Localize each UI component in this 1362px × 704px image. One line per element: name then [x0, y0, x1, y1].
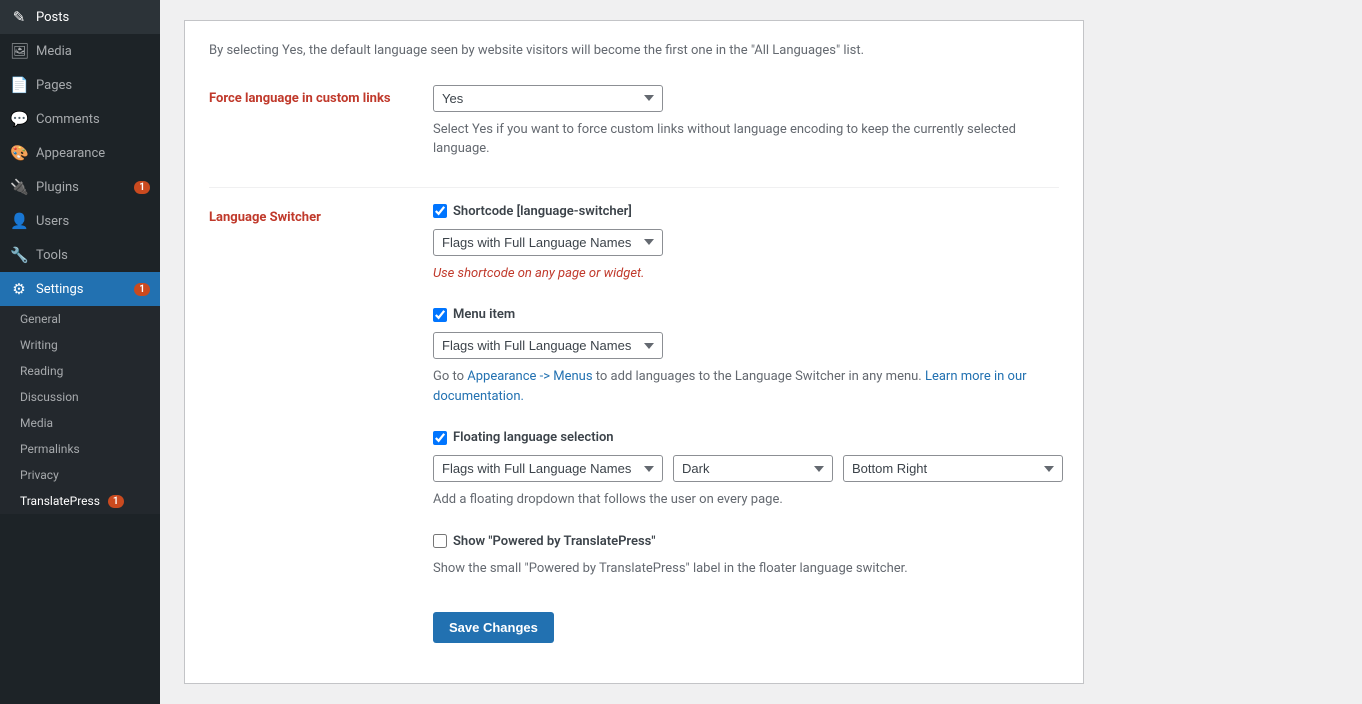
shortcode-checkbox[interactable] [433, 204, 447, 218]
settings-icon: ⚙ [10, 280, 28, 298]
floating-description: Add a floating dropdown that follows the… [433, 490, 1063, 510]
menu-item-select[interactable]: Flags with Full Language Names Flags wit… [433, 332, 663, 359]
submenu-item-translatepress[interactable]: TranslatePress 1 [0, 488, 160, 514]
shortcode-label[interactable]: Shortcode [language-switcher] [453, 204, 632, 219]
appearance-icon: 🎨 [10, 144, 28, 162]
sidebar-item-plugins[interactable]: 🔌 Plugins 1 [0, 170, 160, 204]
shortcode-row: Shortcode [language-switcher] [433, 204, 1063, 219]
settings-submenu: General Writing Reading Discussion Media Perm… [0, 306, 160, 514]
menu-item-description: Go to Appearance -> Menus to add languag… [433, 367, 1063, 406]
sidebar-item-settings[interactable]: ⚙ Settings 1 [0, 272, 160, 306]
floating-label[interactable]: Floating language selection [453, 430, 614, 445]
media-icon: 🖼 [10, 42, 28, 60]
sidebar-item-media[interactable]: 🖼 Media [0, 34, 160, 68]
submenu-item-general[interactable]: General [0, 306, 160, 332]
submenu-item-permalinks[interactable]: Permalinks [0, 436, 160, 462]
floating-position-select[interactable]: Bottom Right Bottom Left Top Right Top L… [843, 455, 1063, 482]
sidebar-label-media: Media [36, 44, 150, 59]
submenu-item-media[interactable]: Media [0, 410, 160, 436]
comments-icon: 💬 [10, 110, 28, 128]
force-language-select[interactable]: Yes No [433, 85, 663, 112]
shortcode-select[interactable]: Flags with Full Language Names Flags wit… [433, 229, 663, 256]
force-language-section: Force language in custom links Yes No Se… [209, 85, 1059, 167]
submenu-label-discussion: Discussion [20, 390, 79, 404]
submenu-label-media: Media [20, 416, 53, 430]
sidebar-item-users[interactable]: 👤 Users [0, 204, 160, 238]
floating-theme-select[interactable]: Dark Light [673, 455, 833, 482]
main-content: By selecting Yes, the default language s… [160, 0, 1362, 704]
force-language-controls: Yes No Select Yes if you want to force c… [433, 85, 1059, 167]
sidebar-item-comments[interactable]: 💬 Comments [0, 102, 160, 136]
force-language-label: Force language in custom links [209, 85, 409, 106]
language-switcher-section: Language Switcher Shortcode [language-sw… [209, 204, 1059, 644]
submenu-label-writing: Writing [20, 338, 58, 352]
plugins-icon: 🔌 [10, 178, 28, 196]
posts-icon: ✎ [10, 8, 28, 26]
force-language-description: Select Yes if you want to force custom l… [433, 120, 1059, 159]
sidebar-label-plugins: Plugins [36, 180, 126, 195]
powered-label[interactable]: Show "Powered by TranslatePress" [453, 534, 656, 549]
submenu-label-translatepress: TranslatePress [20, 494, 100, 508]
submenu-item-discussion[interactable]: Discussion [0, 384, 160, 410]
sidebar-label-tools: Tools [36, 248, 150, 263]
users-icon: 👤 [10, 212, 28, 230]
sidebar: ✎ Posts 🖼 Media 📄 Pages 💬 Comments 🎨 Appearance 🔌 P… [0, 0, 160, 704]
language-switcher-controls: Shortcode [language-switcher] Flags with… [433, 204, 1063, 644]
submenu-item-writing[interactable]: Writing [0, 332, 160, 358]
floating-row: Floating language selection [433, 430, 1063, 445]
save-button[interactable]: Save Changes [433, 612, 554, 643]
menu-item-checkbox[interactable] [433, 308, 447, 322]
sidebar-label-pages: Pages [36, 78, 150, 93]
floating-checkbox[interactable] [433, 431, 447, 445]
submenu-label-reading: Reading [20, 364, 63, 378]
tools-icon: 🔧 [10, 246, 28, 264]
pages-icon: 📄 [10, 76, 28, 94]
sidebar-label-posts: Posts [36, 10, 150, 25]
sidebar-label-comments: Comments [36, 112, 150, 127]
sidebar-label-appearance: Appearance [36, 146, 150, 161]
floating-selects-row: Flags with Full Language Names Flags wit… [433, 455, 1063, 482]
powered-checkbox[interactable] [433, 534, 447, 548]
submenu-label-permalinks: Permalinks [20, 442, 80, 456]
badge-plugins: 1 [134, 181, 150, 194]
shortcode-hint: Use shortcode on any page or widget. [433, 264, 1063, 284]
badge-translatepress: 1 [108, 495, 124, 508]
sidebar-label-users: Users [36, 214, 150, 229]
powered-row: Show "Powered by TranslatePress" [433, 534, 1063, 549]
powered-description: Show the small "Powered by TranslatePres… [433, 559, 1063, 579]
submenu-label-privacy: Privacy [20, 468, 59, 482]
sidebar-item-appearance[interactable]: 🎨 Appearance [0, 136, 160, 170]
submenu-item-reading[interactable]: Reading [0, 358, 160, 384]
sidebar-label-settings: Settings [36, 282, 126, 297]
floating-style-select[interactable]: Flags with Full Language Names Flags wit… [433, 455, 663, 482]
menu-item-row: Menu item [433, 307, 1063, 322]
submenu-label-general: General [20, 312, 61, 326]
menu-item-desc-before: Go to [433, 369, 467, 384]
language-switcher-label: Language Switcher [209, 204, 409, 225]
badge-settings: 1 [134, 283, 150, 296]
menu-item-label[interactable]: Menu item [453, 307, 515, 322]
appearance-menus-link[interactable]: Appearance -> Menus [467, 369, 592, 384]
menu-item-desc-middle: to add languages to the Language Switche… [593, 369, 925, 384]
sidebar-item-pages[interactable]: 📄 Pages [0, 68, 160, 102]
sidebar-item-posts[interactable]: ✎ Posts [0, 0, 160, 34]
submenu-item-privacy[interactable]: Privacy [0, 462, 160, 488]
top-description: By selecting Yes, the default language s… [209, 41, 1059, 61]
content-card: By selecting Yes, the default language s… [184, 20, 1084, 684]
sidebar-item-tools[interactable]: 🔧 Tools [0, 238, 160, 272]
